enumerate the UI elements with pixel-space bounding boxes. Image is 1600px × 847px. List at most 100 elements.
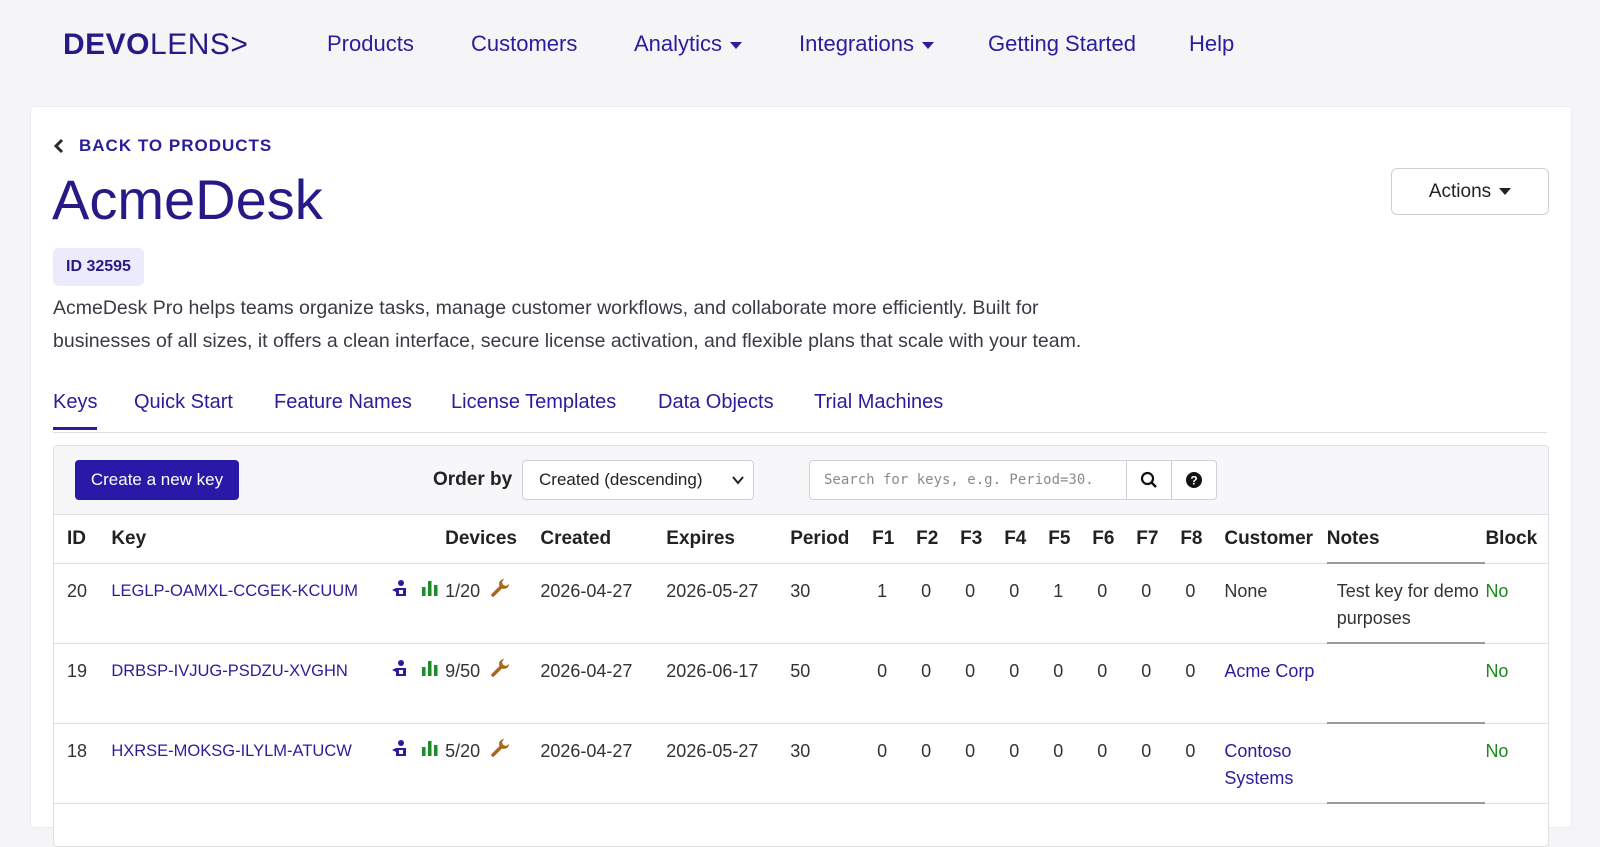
- col-header[interactable]: F4: [1004, 515, 1049, 564]
- bar-chart-icon[interactable]: [421, 658, 439, 685]
- feature-flag-f3: 0: [965, 660, 976, 681]
- nav-integrations[interactable]: Integrations: [799, 31, 934, 57]
- tab-keys[interactable]: Keys: [53, 391, 98, 430]
- feature-flag-f7: 0: [1141, 580, 1152, 601]
- col-header[interactable]: Devices: [445, 515, 541, 564]
- created-date: 2026-04-27: [540, 580, 633, 601]
- col-header[interactable]: Block: [1485, 515, 1548, 564]
- actions-label: Actions: [1428, 180, 1492, 202]
- search-group: ?: [809, 460, 1217, 500]
- notes-value[interactable]: Test key for demo purposes: [1327, 564, 1486, 632]
- back-to-products-link[interactable]: BACK TO PRODUCTS: [53, 136, 272, 156]
- search-icon: [1140, 471, 1157, 488]
- table-header-row: ID Key Devices Created Expires Period F1…: [54, 515, 1548, 564]
- col-header[interactable]: Expires: [666, 515, 791, 564]
- activation-icon[interactable]: [391, 738, 409, 765]
- activation-icon[interactable]: [391, 578, 409, 605]
- table-row: 20 LEGLP-OAMXL-CCGEK-KCUUM 1/20 2026-04-…: [54, 563, 1548, 644]
- feature-flag-f5: 0: [1053, 740, 1064, 761]
- nav-products[interactable]: Products: [327, 31, 414, 57]
- col-header[interactable]: F7: [1136, 515, 1181, 564]
- col-header[interactable]: Notes: [1326, 515, 1486, 564]
- nav-integrations-label: Integrations: [799, 31, 914, 56]
- search-input[interactable]: [809, 460, 1127, 500]
- feature-flag-f5: 0: [1053, 660, 1064, 681]
- feature-flag-f4: 0: [1009, 660, 1020, 681]
- feature-flag-f1: 0: [877, 740, 888, 761]
- chevron-left-icon: [53, 138, 64, 154]
- search-button[interactable]: [1127, 460, 1172, 500]
- expires-date: 2026-05-27: [666, 580, 759, 601]
- feature-flag-f1: 1: [877, 580, 888, 601]
- customer-link[interactable]: Contoso Systems: [1224, 741, 1293, 788]
- wrench-icon[interactable]: [490, 578, 510, 606]
- create-key-button[interactable]: Create a new key: [75, 460, 239, 500]
- col-header[interactable]: F2: [916, 515, 961, 564]
- bar-chart-icon[interactable]: [421, 738, 439, 765]
- license-key-link[interactable]: DRBSP-IVJUG-PSDZU-XVGHN: [111, 658, 348, 685]
- col-header[interactable]: Created: [540, 515, 667, 564]
- key-action-icons: [391, 658, 439, 685]
- period-value: 50: [790, 660, 811, 681]
- feature-flag-f3: 0: [965, 740, 976, 761]
- notes-value[interactable]: [1327, 724, 1486, 738]
- nav-help[interactable]: Help: [1189, 31, 1234, 57]
- col-header[interactable]: F5: [1048, 515, 1093, 564]
- block-status[interactable]: No: [1485, 724, 1548, 765]
- created-date: 2026-04-27: [540, 740, 633, 761]
- back-label: BACK TO PRODUCTS: [79, 136, 273, 155]
- col-header[interactable]: ID: [54, 515, 112, 564]
- feature-flag-f4: 0: [1009, 580, 1020, 601]
- activation-icon[interactable]: [391, 658, 409, 685]
- caret-down-icon: [730, 41, 743, 49]
- bar-chart-icon[interactable]: [421, 578, 439, 605]
- feature-flag-f7: 0: [1141, 660, 1152, 681]
- table-row: 19 DRBSP-IVJUG-PSDZU-XVGHN 9/50 2026-04-…: [54, 643, 1548, 724]
- col-header[interactable]: Period: [790, 515, 873, 564]
- chevron-down-icon: [732, 476, 744, 485]
- wrench-icon[interactable]: [490, 738, 510, 766]
- question-circle-icon: ?: [1186, 472, 1202, 488]
- feature-flag-f6: 0: [1097, 660, 1108, 681]
- license-key-link[interactable]: HXRSE-MOKSG-ILYLM-ATUCW: [111, 738, 351, 765]
- block-status[interactable]: No: [1485, 564, 1548, 605]
- tab-trial-machines[interactable]: Trial Machines: [814, 391, 943, 427]
- actions-dropdown-button[interactable]: Actions: [1391, 168, 1549, 215]
- col-header[interactable]: Customer: [1224, 515, 1327, 564]
- customer-value: None: [1224, 580, 1268, 601]
- block-status[interactable]: No: [1485, 644, 1548, 685]
- keys-panel: Create a new key Order by Created (desce…: [53, 445, 1549, 847]
- notes-value[interactable]: [1327, 644, 1486, 658]
- tab-data-objects[interactable]: Data Objects: [658, 391, 774, 427]
- feature-flag-f2: 0: [921, 740, 932, 761]
- col-header[interactable]: F8: [1180, 515, 1225, 564]
- devices-count: 1/20: [445, 581, 481, 601]
- keys-toolbar: Create a new key Order by Created (desce…: [54, 446, 1548, 515]
- order-by-label: Order by: [433, 469, 513, 490]
- tab-quick-start[interactable]: Quick Start: [134, 391, 233, 427]
- expires-date: 2026-05-27: [666, 740, 759, 761]
- order-by-select[interactable]: Created (descending): [522, 460, 754, 500]
- key-id: 20: [67, 580, 88, 601]
- col-header[interactable]: Key: [111, 515, 446, 564]
- license-key-link[interactable]: LEGLP-OAMXL-CCGEK-KCUUM: [111, 578, 358, 605]
- product-card: BACK TO PRODUCTS AcmeDesk Actions ID 325…: [30, 106, 1572, 847]
- wrench-icon[interactable]: [490, 658, 510, 686]
- nav-customers[interactable]: Customers: [471, 31, 577, 57]
- nav-analytics-label: Analytics: [634, 31, 723, 56]
- nav-analytics[interactable]: Analytics: [634, 31, 743, 57]
- key-id: 18: [67, 740, 88, 761]
- col-header[interactable]: F1: [872, 515, 917, 564]
- top-navbar: DEVOLENS> Products Customers Analytics I…: [0, 0, 1600, 90]
- svg-text:?: ?: [1190, 474, 1197, 488]
- nav-getting-started[interactable]: Getting Started: [988, 31, 1136, 57]
- col-header[interactable]: F3: [960, 515, 1005, 564]
- search-help-button[interactable]: ?: [1172, 460, 1217, 500]
- brand-logo[interactable]: DEVOLENS>: [63, 28, 248, 62]
- key-id: 19: [67, 660, 88, 681]
- tab-feature-names[interactable]: Feature Names: [274, 391, 412, 427]
- customer-link[interactable]: Acme Corp: [1224, 661, 1314, 681]
- tab-license-templates[interactable]: License Templates: [451, 391, 616, 427]
- period-value: 30: [790, 580, 811, 601]
- col-header[interactable]: F6: [1092, 515, 1137, 564]
